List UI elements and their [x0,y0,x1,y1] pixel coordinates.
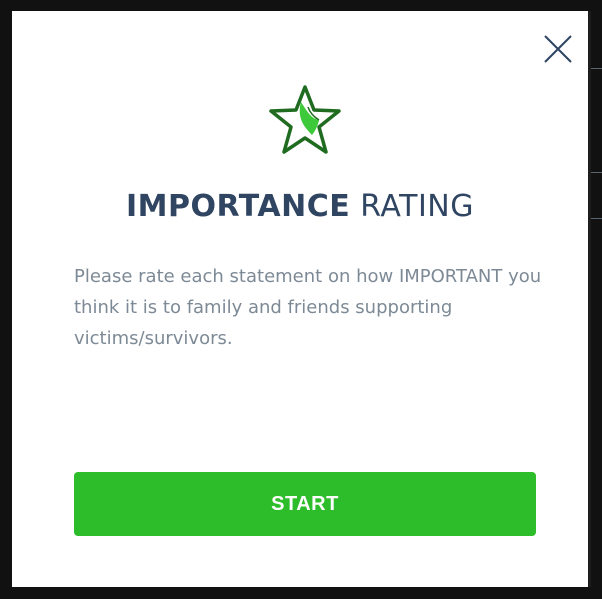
modal-description: Please rate each statement on how IMPORT… [74,266,542,349]
backdrop-divider [591,218,602,219]
modal-title: IMPORTANCE RATING [12,189,588,224]
title-bold: IMPORTANCE [126,189,351,224]
backdrop-divider [591,172,602,173]
star-icon [268,83,342,157]
importance-rating-modal: IMPORTANCE RATING Please rate each state… [12,11,588,587]
close-icon [544,35,572,63]
backdrop-divider [591,68,602,69]
screen-frame: IMPORTANCE RATING Please rate each state… [0,0,602,599]
start-button[interactable]: START [74,472,536,536]
backdrop-edge [588,11,591,587]
close-button[interactable] [542,33,574,65]
title-light: RATING [360,189,474,224]
